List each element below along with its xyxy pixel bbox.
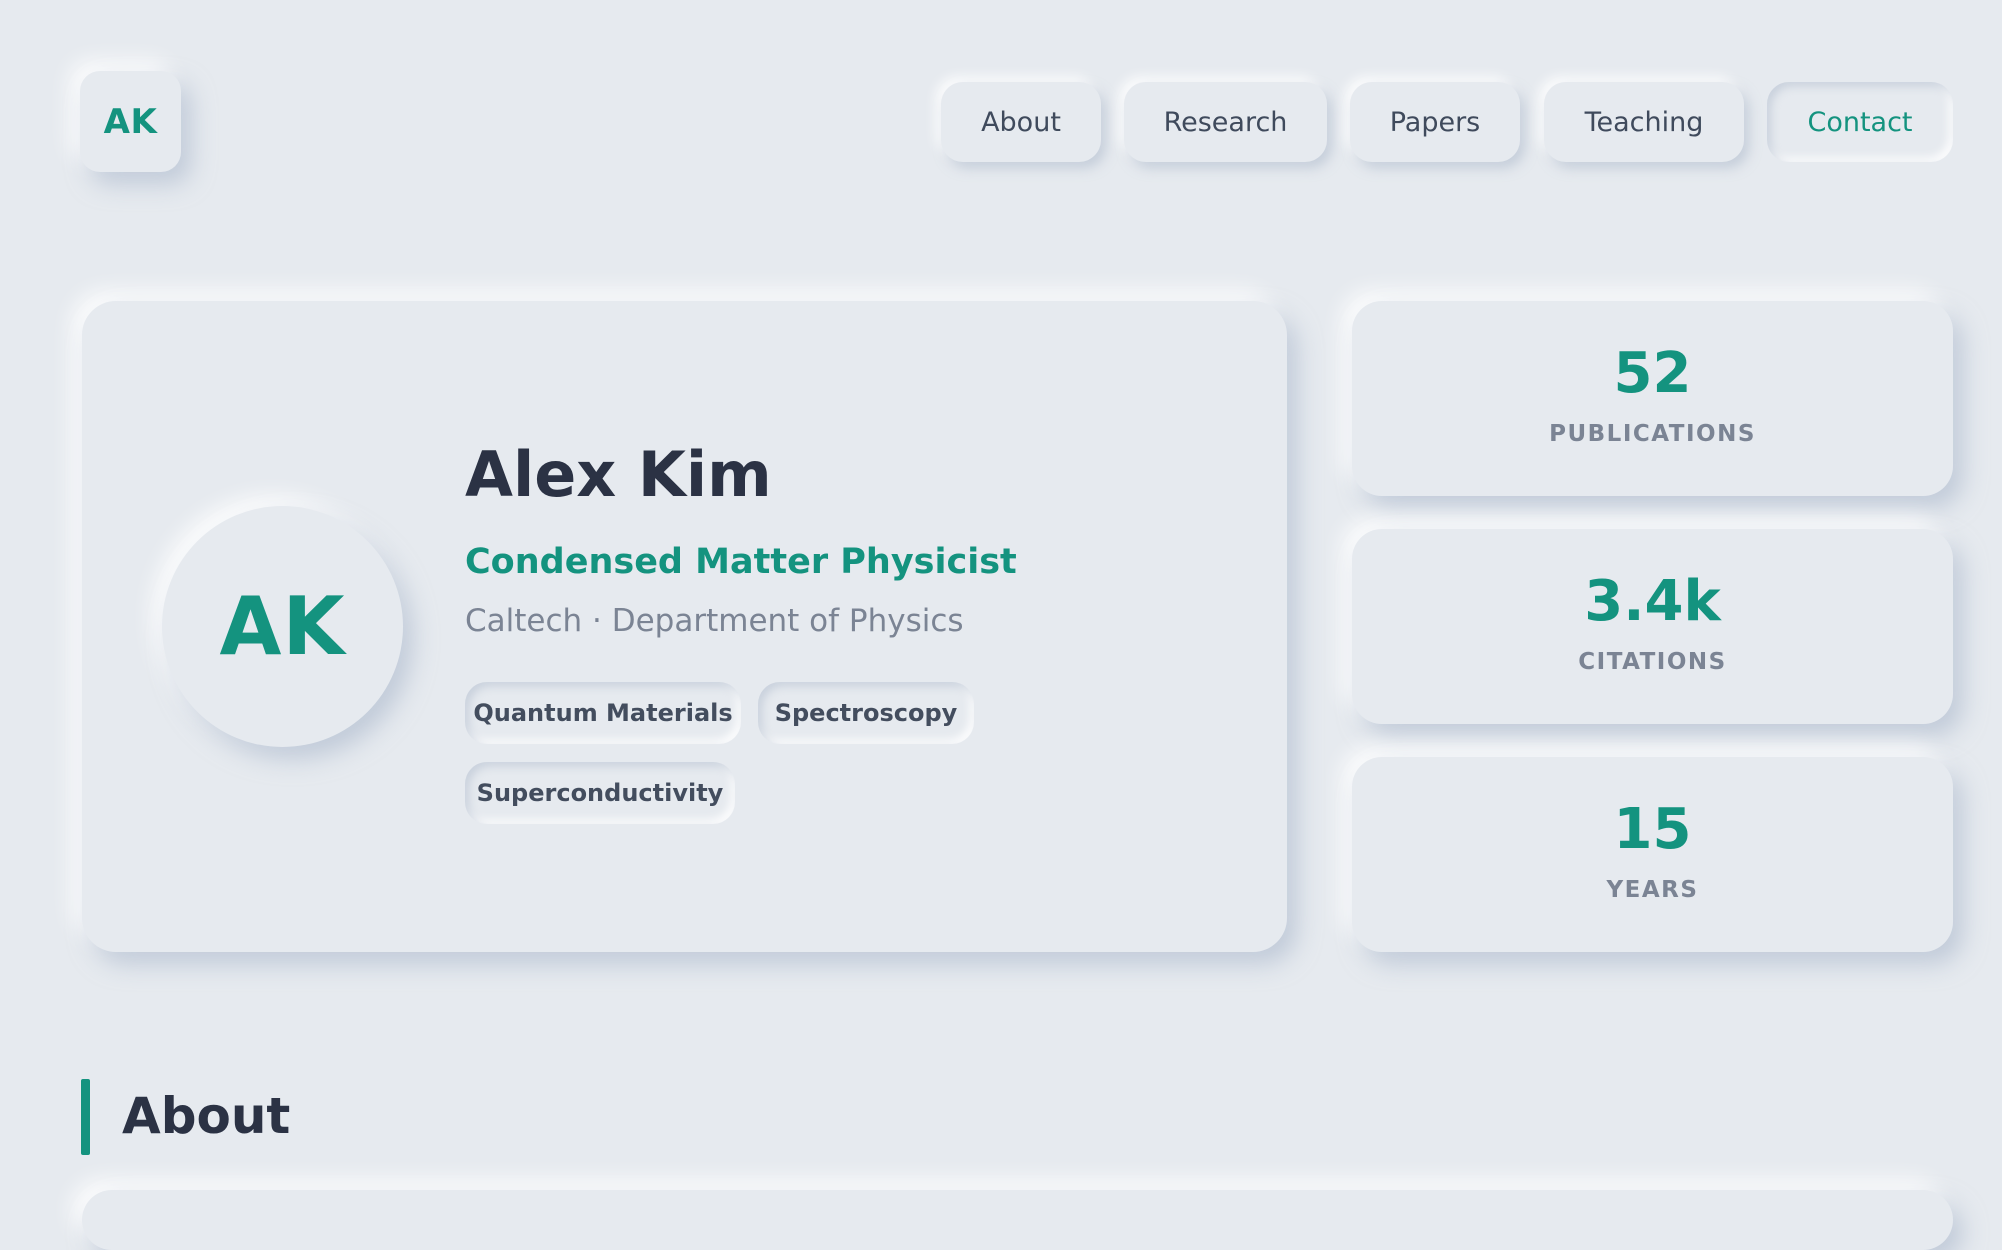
nav-about[interactable]: About [941,82,1101,162]
stat-card-citations: 3.4k CITATIONS [1352,529,1953,724]
tag-superconductivity: Superconductivity [465,762,735,824]
nav-teaching[interactable]: Teaching [1544,82,1744,162]
stat-value: 52 [1613,341,1692,406]
stat-card-publications: 52 PUBLICATIONS [1352,301,1953,496]
nav-research[interactable]: Research [1124,82,1327,162]
nav-contact[interactable]: Contact [1767,82,1953,162]
tag-spectroscopy: Spectroscopy [758,682,974,744]
profile-card: AK Alex Kim Condensed Matter Physicist C… [82,301,1287,952]
stat-value: 3.4k [1584,569,1721,634]
stat-label: PUBLICATIONS [1549,421,1756,447]
section-title-about: About [122,1087,291,1145]
stat-value: 15 [1613,797,1692,862]
tag-quantum-materials: Quantum Materials [465,682,741,744]
nav-papers[interactable]: Papers [1350,82,1520,162]
stat-card-years: 15 YEARS [1352,757,1953,952]
profile-name: Alex Kim [465,438,772,511]
avatar: AK [162,506,403,747]
stat-label: YEARS [1606,877,1699,903]
profile-role: Condensed Matter Physicist [465,542,1017,582]
stat-label: CITATIONS [1578,649,1727,675]
about-card [82,1190,1953,1250]
profile-affiliation: Caltech · Department of Physics [465,603,964,639]
main-nav: About Research Papers Teaching Contact [0,82,2002,162]
section-accent-bar [81,1079,90,1155]
